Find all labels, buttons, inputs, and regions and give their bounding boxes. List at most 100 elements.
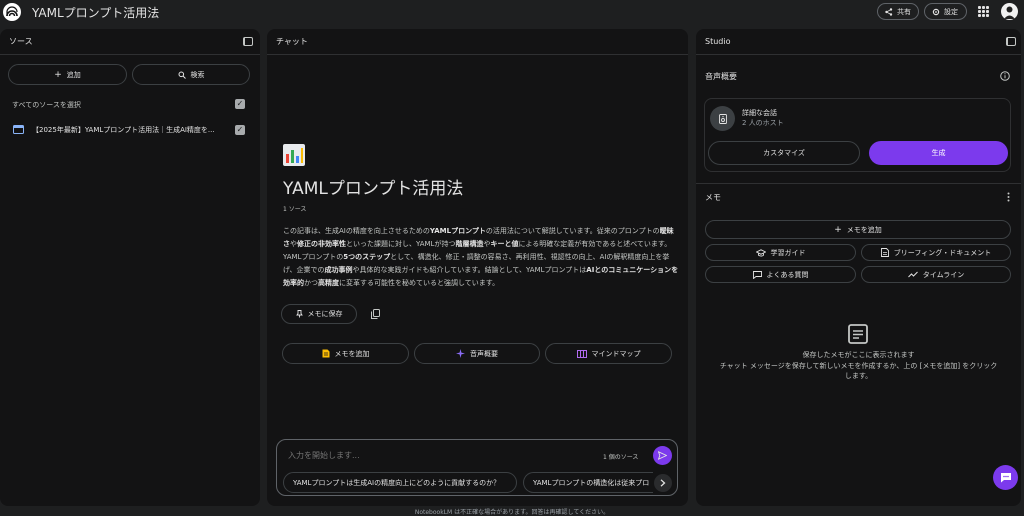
- audio-card-title: 詳細な会話: [742, 109, 777, 117]
- search-source-button[interactable]: 検索: [132, 64, 250, 85]
- more-vert-icon[interactable]: [1007, 192, 1010, 202]
- chat-title: チャット: [276, 36, 308, 46]
- info-icon[interactable]: [1000, 71, 1010, 81]
- footer-disclaimer: NotebookLM は不正確な場合があります。回答は再確認してください。: [414, 509, 610, 516]
- summary-line: YAMLプロンプトの5つのステップとして、構造化、修正・調整の容易さ、再利用性、…: [283, 251, 683, 264]
- collapse-studio-icon[interactable]: [1006, 37, 1016, 46]
- suggestion-chip[interactable]: YAMLプロンプトの構造化は従来プロ: [523, 472, 653, 493]
- mind-map-icon: [576, 349, 587, 358]
- summary-emphasis: 効率的: [283, 279, 304, 287]
- add-note-action-label: メモを追加: [334, 349, 370, 358]
- save-to-note-label: メモに保存: [307, 310, 343, 318]
- studio-title: Studio: [705, 36, 731, 46]
- summary-line: 効率的かつ高精度に変革する可能性を秘めていると強調しています。: [283, 277, 683, 290]
- studio-panel: Studio 音声概要 詳細な会話 2 人のホスト カスタマイズ 生成 メモ +…: [696, 29, 1021, 506]
- input-source-count: 1 個のソース: [603, 454, 639, 461]
- feedback-icon: [1000, 473, 1011, 483]
- chat-input[interactable]: [288, 447, 568, 463]
- send-icon: [658, 451, 667, 460]
- sparkle-icon: [456, 349, 465, 358]
- send-button[interactable]: [653, 446, 672, 465]
- notebook-emoji-icon: [282, 143, 306, 173]
- source-item[interactable]: 【2025年最新】YAMLプロンプト活用法｜生成AI精度を... ✓: [8, 122, 253, 138]
- audio-card-subtitle: 2 人のホスト: [742, 119, 784, 127]
- summary-emphasis: 5つのステップ: [343, 253, 391, 261]
- briefing-doc-button[interactable]: ブリーフィング・ドキュメント: [861, 244, 1011, 261]
- plus-icon: +: [54, 69, 62, 80]
- summary-text: に変革する可能性を秘めていると強調しています。: [339, 279, 500, 287]
- chevron-right-icon[interactable]: [654, 474, 672, 492]
- summary-text: や具体的な実践ガイドも紹介しています。結論として、YAMLプロンプトは: [352, 266, 587, 274]
- feedback-button[interactable]: [993, 465, 1018, 490]
- avatar[interactable]: [1001, 3, 1018, 20]
- sources-title: ソース: [9, 36, 33, 46]
- generate-button[interactable]: 生成: [869, 141, 1008, 165]
- share-button[interactable]: 共有: [877, 3, 919, 20]
- summary-line: この記事は、生成AIの精度を向上させるためのYAMLプロンプトの活用法について解…: [283, 225, 683, 238]
- audio-overview-title: 音声概要: [705, 72, 737, 81]
- summary-text: として、構造化、修正・調整の容易さ、再利用性、視認性の向上、AIの解釈精度向上を…: [390, 253, 670, 261]
- summary-emphasis: 曖昧: [659, 227, 674, 235]
- summary-text: の活用法について解説しています。従来のプロンプトの: [485, 227, 660, 235]
- notebook-heading: YAMLプロンプト活用法: [283, 179, 464, 199]
- source-count: 1 ソース: [283, 206, 307, 213]
- select-all-checkbox[interactable]: ✓: [235, 99, 245, 109]
- add-note-button[interactable]: + メモを追加: [705, 220, 1011, 239]
- sources-panel: ソース + 追加 検索 すべてのソースを選択 ✓ 【2025年最新】YAMLプロ…: [0, 29, 260, 506]
- empty-notes-line1: 保存したメモがここに表示されます: [802, 351, 915, 359]
- settings-button[interactable]: 設定: [924, 3, 967, 20]
- summary-emphasis: 成功事例: [324, 266, 353, 274]
- summary-emphasis: YAMLプロンプト: [429, 227, 486, 235]
- customize-button[interactable]: カスタマイズ: [708, 141, 860, 165]
- source-item-checkbox[interactable]: ✓: [235, 125, 245, 135]
- document-icon: [880, 248, 889, 257]
- studio-header: Studio: [696, 29, 1021, 53]
- save-to-note-button[interactable]: メモに保存: [281, 304, 357, 324]
- study-guide-label: 学習ガイド: [770, 248, 806, 257]
- note-icon: [322, 349, 329, 358]
- apps-grid-icon[interactable]: [978, 6, 989, 17]
- trend-icon: [907, 271, 918, 278]
- summary-emphasis: さ: [283, 240, 290, 248]
- chat-bubble-icon: [752, 270, 762, 279]
- summary-emphasis: AIとのコミュニケーションを: [586, 266, 679, 274]
- empty-notes-line2: チャット メッセージを保存して新しいメモを作成するか、上の [メモを追加] をク…: [719, 362, 998, 370]
- add-source-button[interactable]: + 追加: [8, 64, 127, 85]
- mind-map-action-button[interactable]: マインドマップ: [545, 343, 672, 364]
- mind-map-action-label: マインドマップ: [591, 349, 641, 358]
- select-all-label: すべてのソースを選択: [12, 101, 81, 109]
- summary-line: げ、企業での成功事例や具体的な実践ガイドも紹介しています。結論として、YAMLプ…: [283, 264, 683, 277]
- notebook-summary: この記事は、生成AIの精度を向上させるためのYAMLプロンプトの活用法について解…: [283, 225, 683, 290]
- copy-icon[interactable]: [371, 309, 380, 319]
- summary-text: といった課題に対し、YAMLが持つ: [346, 240, 456, 248]
- sources-header: ソース: [0, 29, 260, 53]
- graduation-cap-icon: [755, 248, 766, 256]
- empty-notes-icon: [848, 324, 868, 344]
- audio-overview-card: 詳細な会話 2 人のホスト カスタマイズ 生成: [704, 98, 1011, 172]
- summary-text: かつ: [304, 279, 318, 287]
- suggestion-chip[interactable]: YAMLプロンプトは生成AIの精度向上にどのように貢献するのか？: [283, 472, 517, 493]
- summary-text: や: [290, 240, 297, 248]
- speaker-icon: [710, 106, 735, 131]
- summary-text: による明確な定義が有効であると述べています。: [518, 240, 672, 248]
- summary-text: この記事は、生成AIの精度を向上させるための: [283, 227, 430, 235]
- summary-emphasis: 階層構造: [455, 240, 484, 248]
- web-source-icon: [13, 125, 24, 134]
- faq-button[interactable]: よくある質問: [705, 266, 856, 283]
- summary-emphasis: キーと値: [490, 240, 519, 248]
- search-icon: [178, 71, 186, 79]
- settings-label: 設定: [944, 7, 958, 16]
- notebook-title[interactable]: YAMLプロンプト活用法: [32, 4, 159, 21]
- notebooklm-logo-icon[interactable]: [3, 3, 21, 21]
- collapse-panel-icon[interactable]: [243, 37, 253, 46]
- chat-input-box: 1 個のソース YAMLプロンプトは生成AIの精度向上にどのように貢献するのか？…: [276, 439, 678, 496]
- audio-overview-action-button[interactable]: 音声概要: [414, 343, 540, 364]
- add-note-action-button[interactable]: メモを追加: [282, 343, 409, 364]
- chat-panel: チャット YAMLプロンプト活用法 1 ソース この記事は、生成AIの精度を向上…: [267, 29, 688, 506]
- pin-icon: [295, 310, 303, 318]
- timeline-button[interactable]: タイムライン: [861, 266, 1011, 283]
- summary-emphasis: 高精度: [318, 279, 339, 287]
- share-icon: [885, 7, 893, 16]
- study-guide-button[interactable]: 学習ガイド: [705, 244, 856, 261]
- faq-label: よくある質問: [766, 270, 809, 279]
